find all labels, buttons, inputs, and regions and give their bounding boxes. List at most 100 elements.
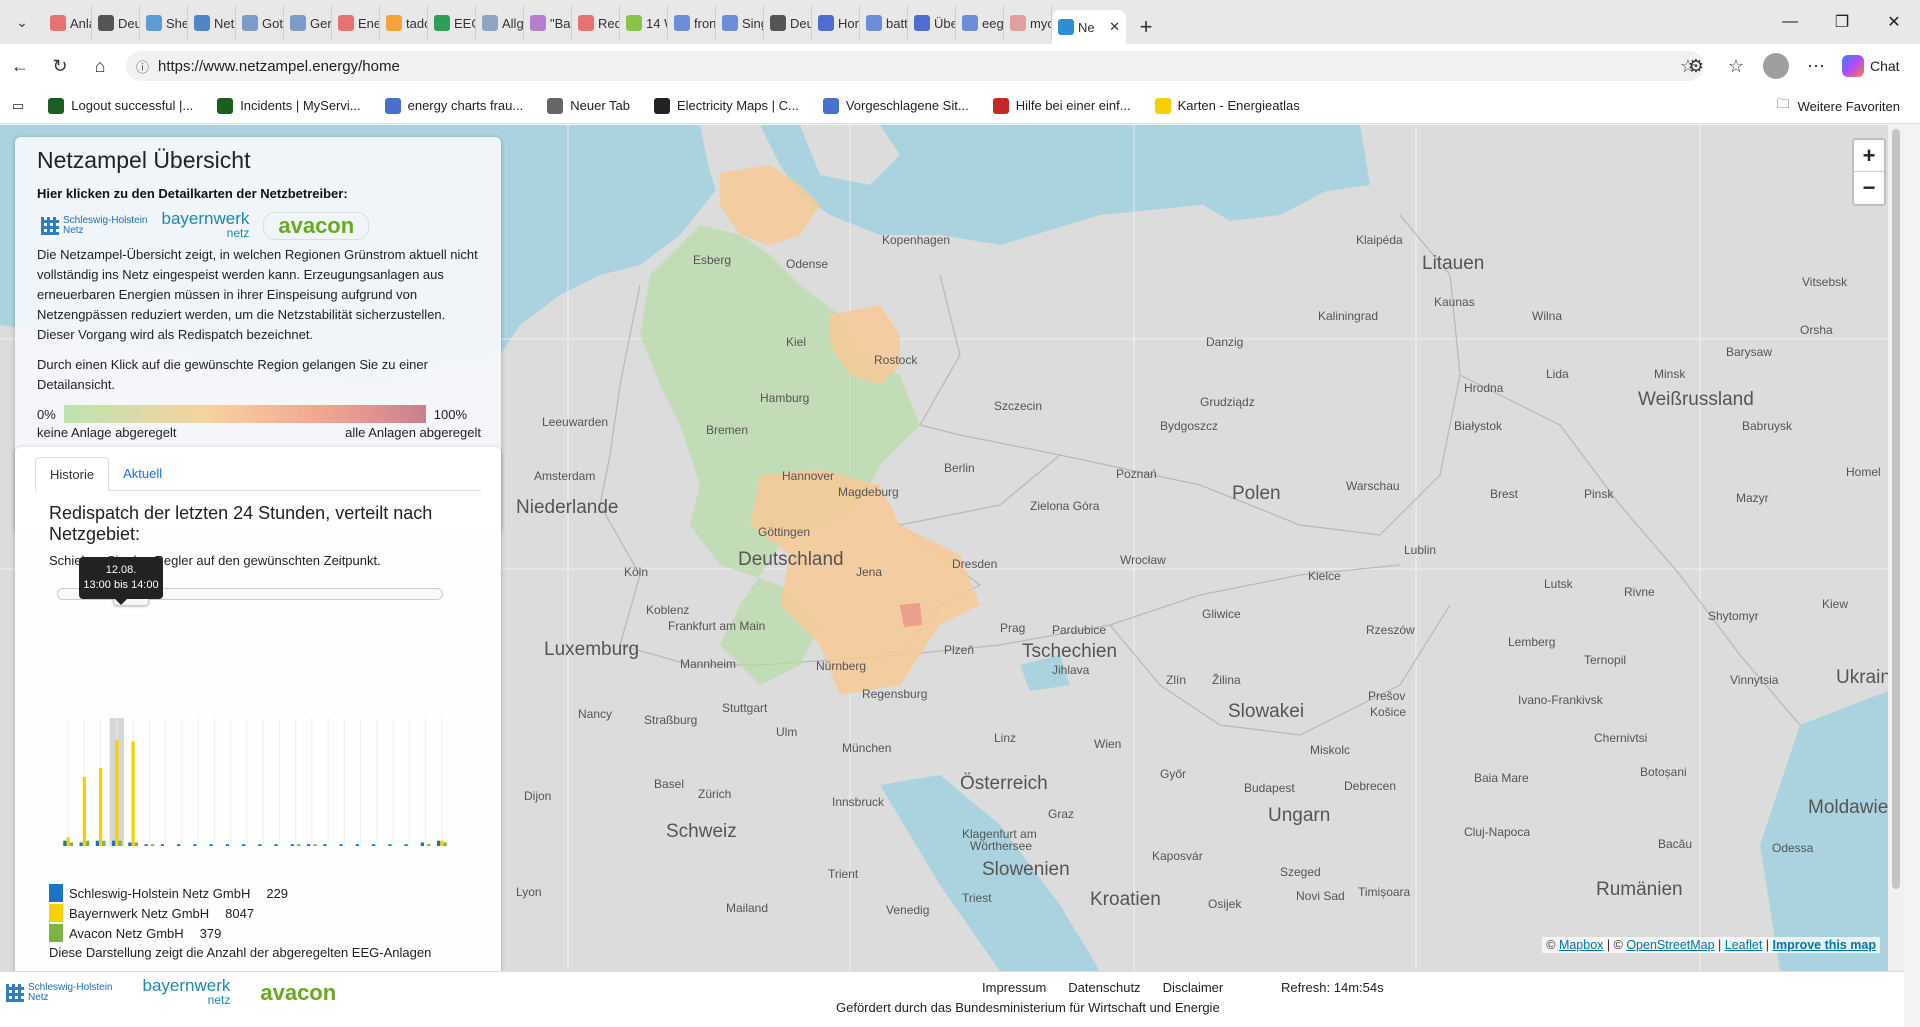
bar-sh[interactable] — [112, 840, 116, 846]
mapbox-link[interactable]: Mapbox — [1559, 938, 1603, 952]
back-arrow-icon[interactable]: ← — [0, 46, 40, 86]
bar-sh[interactable] — [355, 844, 359, 846]
minimize-icon[interactable]: — — [1764, 0, 1816, 44]
bar-sh[interactable] — [144, 844, 148, 846]
bar-av[interactable] — [427, 844, 431, 846]
chat-button[interactable]: Chat — [1842, 55, 1900, 77]
tab-item[interactable]: Deuts — [764, 6, 812, 40]
bar-sh[interactable] — [290, 844, 294, 846]
more-menu-icon[interactable]: ⋯ — [1796, 46, 1836, 86]
site-info-icon[interactable]: ⓘ — [136, 57, 158, 76]
footer-sh-netz-logo[interactable]: Schleswig-Holstein Netz — [6, 983, 112, 1003]
bookmark-item[interactable]: Electricity Maps | C... — [642, 97, 811, 114]
bar-sh[interactable] — [128, 842, 132, 846]
impressum-link[interactable]: Impressum — [982, 980, 1046, 995]
tab-item[interactable]: Netza — [188, 6, 236, 40]
extensions-icon[interactable]: ⚙ — [1676, 46, 1716, 86]
tab-item[interactable]: EEG 20 — [428, 6, 476, 40]
bayernwerk-logo[interactable]: bayernwerk netz — [161, 210, 249, 241]
bookmark-item[interactable]: energy charts frau... — [373, 97, 536, 114]
bar-sh[interactable] — [95, 840, 99, 846]
bar-sh[interactable] — [404, 844, 408, 846]
improve-map-link[interactable]: Improve this map — [1773, 938, 1877, 952]
bar-bw[interactable] — [115, 739, 119, 846]
bar-av[interactable] — [86, 840, 90, 846]
close-window-icon[interactable]: ✕ — [1868, 0, 1920, 44]
tab-active[interactable]: Ne ✕ — [1052, 10, 1126, 44]
bar-sh[interactable] — [209, 844, 213, 846]
tab-item[interactable]: Energi — [332, 6, 380, 40]
tab-item[interactable]: myope — [1004, 6, 1052, 40]
bookmark-item[interactable]: Hilfe bei einer einf... — [981, 97, 1143, 114]
bar-av[interactable] — [151, 844, 155, 846]
bar-sh[interactable] — [307, 844, 311, 846]
footer-avacon-logo[interactable]: avacon — [260, 980, 336, 1006]
tab-item[interactable]: Gottw — [236, 6, 284, 40]
maximize-icon[interactable]: ❐ — [1816, 0, 1868, 44]
bookmark-item[interactable]: Karten - Energieatlas — [1143, 97, 1312, 114]
bar-av[interactable] — [102, 840, 106, 846]
tab-item[interactable]: 14 W — [620, 6, 668, 40]
reading-list-icon[interactable]: ▭ — [0, 98, 36, 114]
bar-sh[interactable] — [160, 844, 164, 846]
tab-item[interactable]: Singa — [716, 6, 764, 40]
scrollbar-thumb[interactable] — [1892, 129, 1900, 889]
tab-item[interactable]: Shelly — [140, 6, 188, 40]
bar-sh[interactable] — [225, 844, 229, 846]
bookmark-item[interactable]: Incidents | MyServi... — [205, 97, 372, 114]
legend-item[interactable]: Schleswig-Holstein Netz GmbH 229 — [49, 883, 431, 903]
bar-sh[interactable] — [420, 842, 424, 846]
new-tab-icon[interactable]: + — [1126, 10, 1166, 44]
tab-actions-chevron-icon[interactable]: ⌄ — [0, 0, 44, 44]
bar-sh[interactable] — [193, 844, 197, 846]
bar-sh[interactable] — [63, 840, 67, 846]
zoom-out-button[interactable]: − — [1854, 172, 1884, 204]
favorites-icon[interactable]: ☆ — [1716, 46, 1756, 86]
bar-bw[interactable] — [440, 840, 444, 846]
tab-item[interactable]: batter — [860, 6, 908, 40]
disclaimer-link[interactable]: Disclaimer — [1163, 980, 1224, 995]
bar-sh[interactable] — [437, 840, 441, 846]
bar-sh[interactable] — [258, 844, 262, 846]
page-scrollbar[interactable] — [1888, 125, 1904, 971]
bar-av[interactable] — [134, 842, 138, 846]
bar-sh[interactable] — [388, 844, 392, 846]
bar-sh[interactable] — [177, 844, 181, 846]
bar-av[interactable] — [69, 842, 73, 846]
bar-sh[interactable] — [323, 844, 327, 846]
zoom-in-button[interactable]: + — [1854, 140, 1884, 172]
bar-av[interactable] — [313, 844, 317, 846]
tab-item[interactable]: tado° — [380, 6, 428, 40]
bar-sh[interactable] — [372, 844, 376, 846]
tab-item[interactable]: "Bares — [524, 6, 572, 40]
bookmark-item[interactable]: Vorgeschlagene Sit... — [811, 97, 981, 114]
bar-sh[interactable] — [274, 844, 278, 846]
bar-bw[interactable] — [99, 768, 103, 846]
url-field[interactable]: ⓘ https://www.netzampel.energy/home ☆ — [126, 51, 1704, 81]
bar-bw[interactable] — [82, 776, 86, 846]
sh-netz-logo[interactable]: Schleswig-Holstein Netz — [41, 216, 147, 236]
profile-avatar[interactable] — [1756, 46, 1796, 86]
reload-icon[interactable]: ↻ — [40, 46, 80, 86]
other-favorites[interactable]: 🗀 Weitere Favoriten — [1777, 88, 1900, 124]
tab-aktuell[interactable]: Aktuell — [109, 457, 176, 491]
bar-av[interactable] — [443, 842, 447, 846]
tab-item[interactable]: Gerha — [284, 6, 332, 40]
bar-bw[interactable] — [66, 837, 70, 846]
bar-av[interactable] — [297, 844, 301, 846]
bar-bw[interactable] — [131, 741, 135, 846]
tab-close-icon[interactable]: ✕ — [1109, 19, 1120, 35]
tab-item[interactable]: Allgen — [476, 6, 524, 40]
datenschutz-link[interactable]: Datenschutz — [1068, 980, 1140, 995]
legend-item[interactable]: Bayernwerk Netz GmbH 8047 — [49, 903, 431, 923]
footer-bayernwerk-logo[interactable]: bayernwerk netz — [142, 977, 230, 1008]
tab-item[interactable]: Home — [812, 6, 860, 40]
tab-item[interactable]: Über u — [908, 6, 956, 40]
bookmark-item[interactable]: Neuer Tab — [535, 97, 642, 114]
tab-historie[interactable]: Historie — [35, 457, 110, 491]
legend-item[interactable]: Avacon Netz GmbH 379 — [49, 923, 431, 943]
bar-sh[interactable] — [339, 844, 343, 846]
tab-item[interactable]: Anlag — [44, 6, 92, 40]
tab-item[interactable]: froniu — [668, 6, 716, 40]
bookmark-item[interactable]: Logout successful |... — [36, 97, 205, 114]
